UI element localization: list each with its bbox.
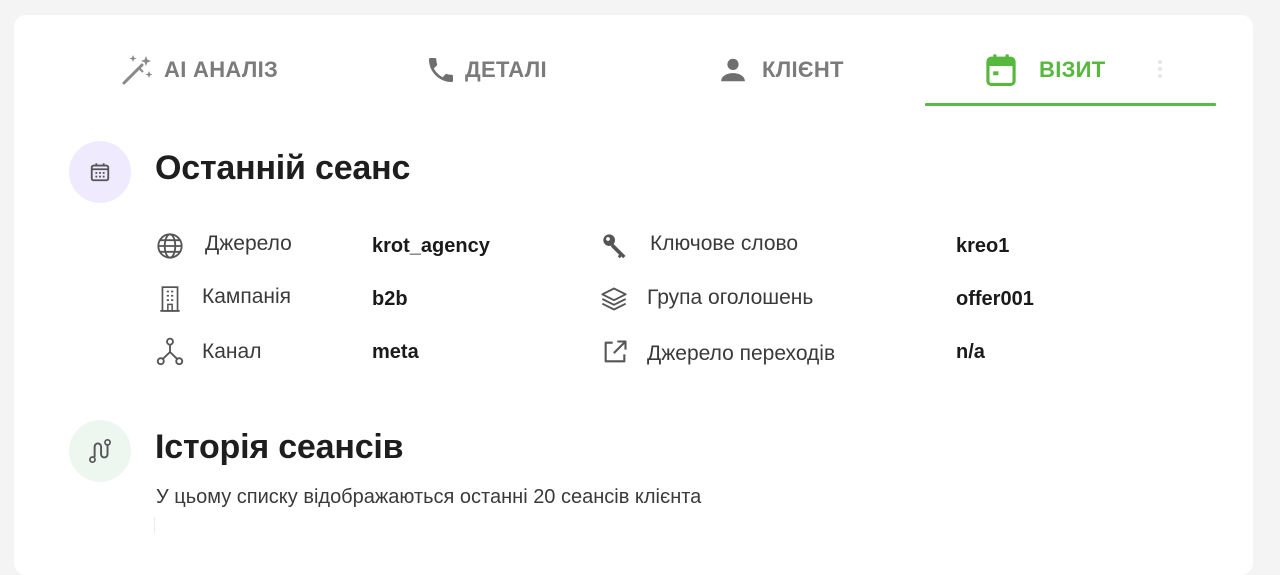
- campaign-label: Кампанія: [202, 285, 292, 308]
- keyword-value: kreo1: [956, 235, 1010, 257]
- session-history-description: У цьому списку відображаються останні 20…: [156, 486, 702, 508]
- tab-bar: AI АНАЛІЗ ДЕТАЛІ КЛІЄНТ ВІЗИТ: [14, 15, 1253, 108]
- tab-visit[interactable]: ВІЗИТ: [985, 52, 1106, 88]
- tab-ai-analysis[interactable]: AI АНАЛІЗ: [120, 52, 278, 88]
- tab-details[interactable]: ДЕТАЛІ: [425, 52, 547, 88]
- phone-icon: [425, 54, 457, 86]
- tab-client[interactable]: КЛІЄНТ: [718, 52, 844, 88]
- channel-label: Канал: [202, 340, 262, 363]
- referrer-label: Джерело переходів: [647, 342, 836, 365]
- keyword-label: Ключове слово: [650, 232, 799, 255]
- session-history-list: [154, 517, 155, 533]
- calendar-icon: [985, 53, 1017, 87]
- visit-card: AI АНАЛІЗ ДЕТАЛІ КЛІЄНТ ВІЗИТ Останній с…: [14, 15, 1253, 575]
- tab-label: КЛІЄНТ: [762, 57, 844, 82]
- tab-scroll-more-icon: [1156, 57, 1164, 81]
- building-icon: [155, 284, 185, 314]
- source-label: Джерело: [205, 232, 292, 255]
- route-icon: [69, 420, 131, 482]
- session-history-title: Історія сеансів: [155, 428, 404, 466]
- key-icon: [600, 231, 630, 261]
- channel-value: meta: [372, 341, 419, 363]
- globe-icon: [155, 231, 185, 261]
- external-link-icon: [600, 337, 630, 367]
- tab-label: ВІЗИТ: [1039, 57, 1106, 82]
- source-value: krot_agency: [372, 235, 490, 257]
- last-session-title: Останній сеанс: [155, 149, 411, 187]
- tab-label: AI АНАЛІЗ: [164, 57, 279, 82]
- referrer-value: n/a: [956, 341, 985, 363]
- network-icon: [155, 337, 185, 367]
- person-icon: [718, 55, 748, 85]
- active-tab-indicator: [925, 103, 1216, 106]
- tab-label: ДЕТАЛІ: [465, 57, 547, 82]
- campaign-value: b2b: [372, 288, 408, 310]
- layers-icon: [599, 284, 629, 314]
- magic-wand-icon: [120, 53, 154, 87]
- ad-group-value: offer001: [956, 288, 1034, 310]
- ad-group-label: Група оголошень: [647, 286, 814, 309]
- calendar-icon: [69, 141, 131, 203]
